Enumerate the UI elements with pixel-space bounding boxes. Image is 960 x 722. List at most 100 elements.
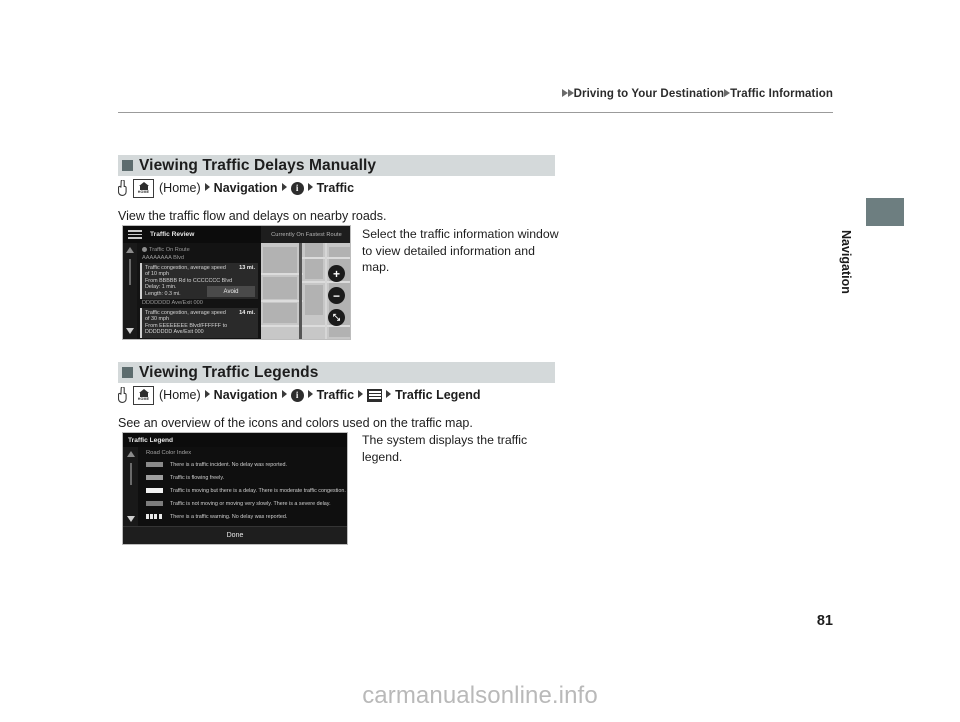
watermark: carmanualsonline.info [362, 682, 598, 709]
path-arrow-icon [386, 390, 392, 398]
path-arrow-icon [281, 390, 287, 398]
scroll-down-icon[interactable] [126, 328, 134, 334]
route-header-text: Traffic On Route [149, 247, 190, 253]
hand-pointer-icon [118, 387, 129, 403]
legend-swatch-dash [150, 514, 154, 519]
home-button-icon: HOME [133, 385, 154, 405]
traffic-legend-body: Road Color Index There is a traffic inci… [123, 447, 347, 533]
section-heading-viewing-traffic-legends: Viewing Traffic Legends [118, 362, 555, 383]
path-step-traffic-legend: Traffic Legend [395, 388, 481, 402]
map-road-main [299, 243, 302, 339]
traffic-legend-title: Traffic Legend [123, 433, 347, 447]
breadcrumb-item-1: Driving to Your Destination [573, 88, 725, 100]
traffic-incident-card-1[interactable]: 13 mi. Traffic congestion, average speed… [140, 263, 258, 300]
legend-swatch-dash [158, 514, 162, 519]
legend-row-text: Traffic is not moving or moving very slo… [170, 500, 331, 507]
side-note-1: Select the traffic information window to… [362, 227, 559, 274]
legend-swatch-dash [154, 514, 158, 519]
section-body-text-2: See an overview of the icons and colors … [118, 416, 473, 430]
scroll-up-icon[interactable] [126, 247, 134, 253]
section-body-text-1: View the traffic flow and delays on near… [118, 209, 387, 223]
breadcrumb-arrow-icon [567, 88, 574, 97]
incident-distance-1: 13 mi. [239, 265, 255, 271]
legend-row: There is a traffic warning. No delay was… [138, 510, 347, 523]
legend-row: Traffic is not moving or moving very slo… [138, 497, 347, 510]
hamburger-menu-icon[interactable] [128, 230, 142, 239]
side-tab-label: Navigation [839, 230, 853, 294]
map-block [263, 247, 297, 273]
home-text-label: (Home) [159, 181, 201, 195]
legend-row-text: Traffic is flowing freely. [170, 474, 225, 481]
section-bullet-icon [122, 367, 133, 378]
header-divider [118, 112, 833, 113]
avoid-button[interactable]: Avoid [207, 286, 255, 298]
scroll-up-icon[interactable] [126, 451, 135, 457]
breadcrumb-item-2: Traffic Information [730, 88, 833, 100]
hand-pointer-icon [118, 180, 129, 196]
home-button-icon: HOME [133, 178, 154, 198]
legend-row: Traffic is flowing freely. [138, 471, 347, 484]
section-heading-text: Viewing Traffic Delays Manually [139, 156, 377, 174]
info-icon: i [290, 181, 304, 195]
legend-color-swatch [146, 501, 163, 506]
traffic-incident-list: Traffic On Route AAAAAAAA Blvd 13 mi. Tr… [123, 243, 261, 339]
navigation-path-1: HOME (Home) Navigation i Traffic [118, 178, 354, 198]
path-arrow-icon [307, 390, 313, 398]
done-button[interactable]: Done [123, 526, 347, 544]
map-block [305, 285, 323, 315]
path-arrow-icon [307, 183, 313, 191]
section-bullet-icon [122, 160, 133, 171]
route-header-row: Traffic On Route [140, 245, 258, 254]
path-arrow-icon [358, 390, 364, 398]
home-icon-label: HOME [137, 189, 150, 194]
path-step-traffic: Traffic [316, 181, 355, 195]
scroll-thumb[interactable] [129, 259, 131, 285]
section-heading-viewing-traffic-delays: Viewing Traffic Delays Manually [118, 155, 555, 176]
map-panel[interactable]: + − ⤡ [261, 243, 350, 339]
map-block [263, 277, 297, 299]
legend-row-list: Road Color Index There is a traffic inci… [138, 447, 347, 533]
map-road-h [261, 300, 303, 302]
route-status-banner: Currently On Fastest Route [261, 226, 350, 243]
home-text-label: (Home) [159, 388, 201, 402]
scroll-down-icon[interactable] [126, 516, 135, 522]
scroll-thumb[interactable] [129, 463, 132, 485]
path-step-navigation: Navigation [213, 181, 278, 195]
legend-row: Traffic is moving but there is a delay. … [138, 484, 347, 497]
legend-row: There is a traffic incident. No delay wa… [138, 458, 347, 471]
route-marker-icon [142, 246, 147, 252]
legend-scrollbar[interactable] [123, 447, 138, 527]
breadcrumb: Driving to Your Destination Traffic Infor… [0, 88, 833, 100]
map-road-v [325, 243, 327, 339]
page-number: 81 [816, 613, 833, 629]
traffic-legend-screenshot: Traffic Legend Road Color Index There is… [122, 432, 348, 545]
path-arrow-icon [204, 390, 210, 398]
map-road-h [261, 273, 303, 275]
map-block [263, 303, 297, 323]
traffic-incident-card-2[interactable]: 14 mi. Traffic congestion, average speed… [140, 308, 258, 338]
side-note-2: The system displays the traffic legend. [362, 433, 528, 464]
legend-color-swatch [146, 475, 163, 480]
home-icon-label: HOME [137, 396, 150, 401]
path-arrow-icon [281, 183, 287, 191]
info-icon: i [290, 388, 304, 402]
incident-line: DDDDDDD Ave/Exit 000 [145, 329, 204, 336]
legend-swatch-dash [146, 514, 149, 519]
path-step-navigation: Navigation [213, 388, 278, 402]
side-tab-marker [866, 198, 904, 226]
legend-row-text: There is a traffic warning. No delay was… [170, 513, 288, 520]
map-zoom-out-button[interactable]: − [328, 287, 345, 304]
street-label-1: AAAAAAAA Blvd [142, 255, 184, 261]
map-expand-button[interactable]: ⤡ [328, 309, 345, 326]
legend-color-swatch [146, 488, 163, 493]
path-step-traffic: Traffic [316, 388, 355, 402]
map-zoom-in-button[interactable]: + [328, 265, 345, 282]
legend-color-swatch [146, 462, 163, 467]
street-label-2: DDDDDDD Ave/Exit 000 [142, 300, 203, 307]
list-scrollbar[interactable] [123, 243, 137, 339]
incident-distance-2: 14 mi. [239, 310, 255, 317]
legend-row-text: There is a traffic incident. No delay wa… [170, 461, 288, 468]
legend-subheading: Road Color Index [146, 450, 192, 456]
menu-icon [367, 388, 383, 402]
legend-row-text: Traffic is moving but there is a delay. … [170, 487, 346, 494]
